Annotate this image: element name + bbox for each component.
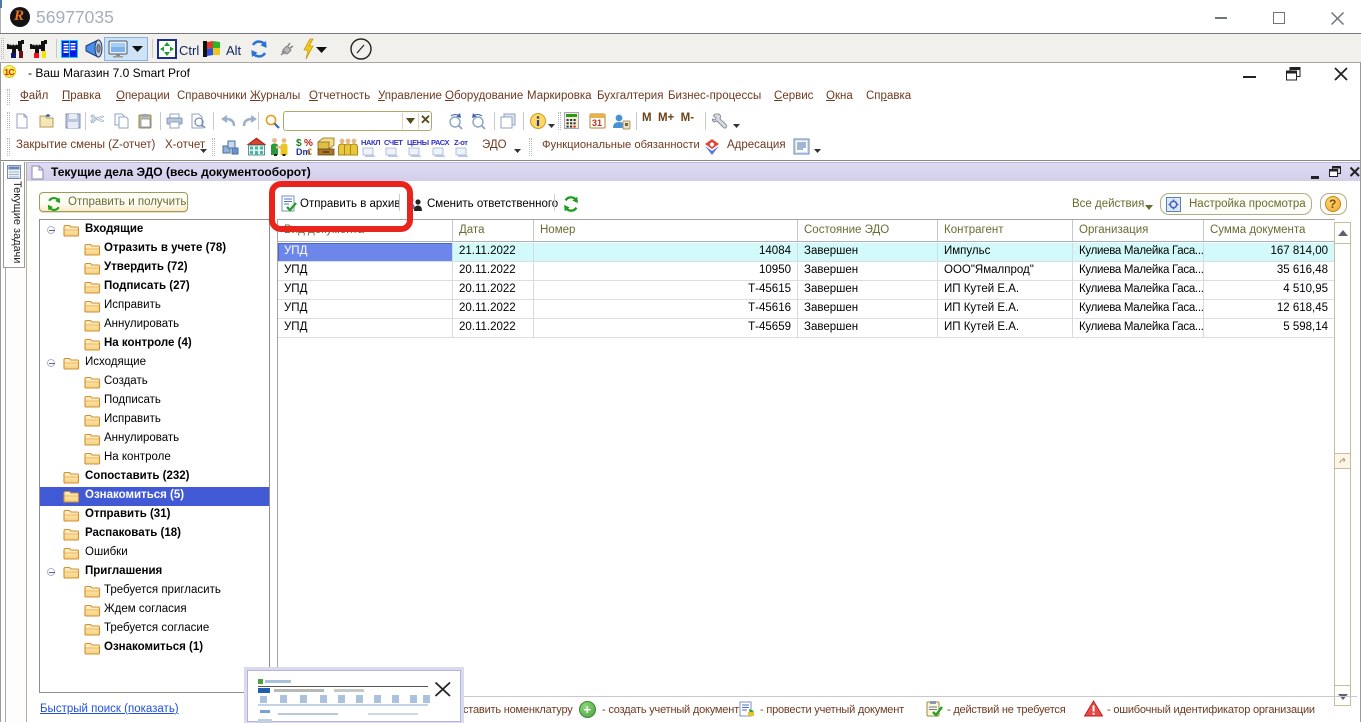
svg-text:€: € — [307, 147, 312, 156]
svg-text:31: 31 — [592, 118, 602, 128]
